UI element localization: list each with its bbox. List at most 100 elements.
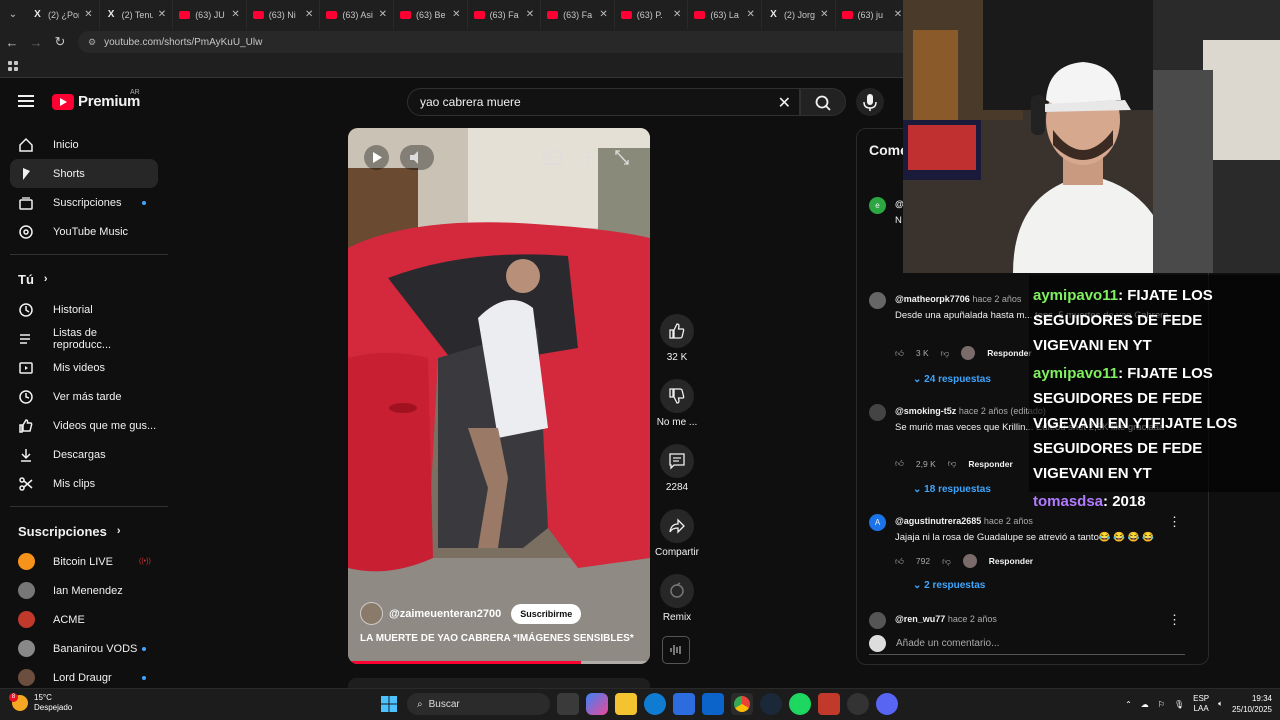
view-replies-button[interactable]: ⌄ 24 respuestas (913, 374, 991, 385)
fullscreen-button[interactable] (610, 145, 634, 170)
sidebar-item-download[interactable]: Descargas (10, 440, 158, 469)
sidebar-item-music[interactable]: YouTube Music (10, 217, 158, 246)
close-tab-icon[interactable]: ✕ (526, 9, 534, 20)
network-icon[interactable]: ⚐ (1158, 700, 1165, 709)
file-explorer-icon[interactable] (615, 693, 637, 715)
subscriptions-section-header[interactable]: Suscripciones › (0, 515, 168, 547)
thumbs-down-icon[interactable]: 👎︎ (941, 348, 950, 359)
thumbs-down-icon[interactable]: 👎︎ (942, 556, 951, 567)
url-field[interactable]: ⚙ youtube.com/shorts/PmAyKuU_Ulw (78, 31, 978, 53)
sidebar-item-subscription[interactable]: Ian Menendez (10, 576, 158, 605)
taskbar-search[interactable]: ⌕ Buscar (407, 693, 550, 715)
reply-button[interactable]: Responder (987, 348, 1031, 358)
search-button[interactable] (800, 88, 846, 116)
menu-icon[interactable] (18, 95, 34, 107)
browser-tab[interactable]: (63) Be ✕ (394, 0, 468, 29)
sidebar-item-liked[interactable]: Videos que me gus... (10, 411, 158, 440)
browser-tab[interactable]: (63) ju ✕ (836, 0, 910, 29)
browser-tab[interactable]: (63) Fa ✕ (468, 0, 542, 29)
avatar[interactable] (869, 404, 886, 421)
avatar[interactable]: A (869, 514, 886, 531)
media-app-icon[interactable] (818, 693, 840, 715)
back-button[interactable]: ← (0, 35, 24, 50)
sidebar-item-playlist[interactable]: Listas de reproducc... (10, 324, 158, 353)
subscribe-button[interactable]: Suscribirme (511, 603, 582, 624)
channel-avatar[interactable] (360, 602, 383, 625)
remix-action[interactable]: Remix (650, 574, 704, 639)
chevron-up-icon[interactable]: ⌃ (1125, 700, 1132, 709)
youtube-premium-logo[interactable]: Premium AR (52, 89, 140, 110)
browser-tab[interactable]: (63) JU ✕ (173, 0, 247, 29)
browser-tab[interactable]: X (2) Jorg ✕ (762, 0, 836, 29)
browser-tab[interactable]: (63) Fa ✕ (541, 0, 615, 29)
view-replies-button[interactable]: ⌄ 18 respuestas (913, 484, 991, 495)
avatar[interactable]: e (869, 197, 886, 214)
like-action[interactable]: 32 K (650, 314, 704, 379)
close-tab-icon[interactable]: ✕ (379, 9, 387, 20)
site-info-icon[interactable]: ⚙ (88, 37, 96, 48)
clear-search-icon[interactable]: ✕ (778, 93, 791, 113)
sidebar-item-my-videos[interactable]: Mis videos (10, 353, 158, 382)
captions-button[interactable]: CC (538, 145, 566, 170)
voice-search-button[interactable] (856, 88, 884, 116)
comments-action[interactable]: 2284 (650, 444, 704, 509)
audio-track-button[interactable] (662, 636, 690, 664)
play-pause-button[interactable] (364, 145, 389, 170)
thumbs-up-icon[interactable]: 👍︎ (895, 556, 904, 567)
share-action[interactable]: Compartir (650, 509, 704, 574)
start-button[interactable] (378, 693, 400, 715)
sidebar-item-history[interactable]: Historial (10, 295, 158, 324)
sidebar-item-subscription[interactable]: Bananirou VODS (10, 634, 158, 663)
onedrive-icon[interactable]: ☁ (1141, 700, 1149, 709)
weather-widget[interactable]: 8 15°C Despejado (9, 693, 72, 713)
sidebar-item-shorts[interactable]: Shorts (10, 159, 158, 188)
reload-button[interactable]: ↻ (48, 34, 72, 50)
edge-icon[interactable] (644, 693, 666, 715)
sidebar-item-subscription[interactable]: Bitcoin LIVE ((•)) (10, 547, 158, 576)
close-tab-icon[interactable]: ✕ (452, 9, 460, 20)
language-indicator[interactable]: ESP LAA (1193, 694, 1209, 714)
task-view-icon[interactable] (557, 693, 579, 715)
browser-tab[interactable]: (63) La ✕ (688, 0, 762, 29)
close-tab-icon[interactable]: ✕ (599, 9, 607, 20)
system-clock[interactable]: 19:34 25/10/2025 (1232, 693, 1272, 715)
tab-search-chevron-icon[interactable]: ⌄ (0, 9, 26, 20)
chrome-icon[interactable] (731, 693, 753, 715)
close-tab-icon[interactable]: ✕ (673, 9, 681, 20)
browser-tab[interactable]: X (2) Tenu ✕ (100, 0, 174, 29)
comment-user[interactable]: @smoking-t5z (895, 406, 956, 416)
sidebar-item-subscriptions[interactable]: Suscripciones (10, 188, 158, 217)
microphone-icon[interactable]: 🎙︎ (1174, 700, 1184, 709)
thumbs-down-icon[interactable]: 👎︎ (948, 458, 957, 469)
close-tab-icon[interactable]: ✕ (231, 9, 239, 20)
speaker-icon[interactable]: 🔈︎ (1218, 699, 1223, 709)
sidebar-item-subscription[interactable]: Lord Draugr (10, 663, 158, 688)
view-replies-button[interactable]: ⌄ 2 respuestas (913, 580, 985, 591)
close-tab-icon[interactable]: ✕ (747, 9, 755, 20)
browser-tab[interactable]: X (2) ¿Por ✕ (26, 0, 100, 29)
add-comment-field[interactable]: Añade un comentario... (869, 633, 1185, 655)
steam-icon[interactable] (760, 693, 782, 715)
comment-menu-icon[interactable]: ⋮ (1168, 514, 1181, 530)
comment-menu-icon[interactable]: ⋮ (1168, 612, 1181, 628)
avatar[interactable] (869, 612, 886, 629)
close-tab-icon[interactable]: ✕ (158, 9, 166, 20)
close-tab-icon[interactable]: ✕ (84, 9, 92, 20)
forward-button[interactable]: → (24, 35, 48, 50)
thumbs-up-icon[interactable]: 👍︎ (895, 458, 904, 469)
browser-tab[interactable]: (63) P. ✕ (615, 0, 689, 29)
close-tab-icon[interactable]: ✕ (820, 9, 828, 20)
copilot-icon[interactable] (586, 693, 608, 715)
you-section-header[interactable]: Tú › (0, 263, 168, 295)
sidebar-item-home[interactable]: Inicio (10, 130, 158, 159)
progress-bar[interactable] (348, 661, 650, 664)
spotify-icon[interactable] (789, 693, 811, 715)
volume-button[interactable] (400, 145, 434, 170)
reply-button[interactable]: Responder (968, 459, 1012, 469)
sidebar-item-watch-later[interactable]: Ver más tarde (10, 382, 158, 411)
outlook-icon[interactable] (702, 693, 724, 715)
short-video-player[interactable]: CC @zaimeuenteran2700 Suscribirme LA MUE… (348, 128, 650, 664)
comment-user[interactable]: @agustinutrera2685 (895, 516, 981, 526)
sidebar-item-subscription[interactable]: ACME (10, 605, 158, 634)
store-icon[interactable] (673, 693, 695, 715)
